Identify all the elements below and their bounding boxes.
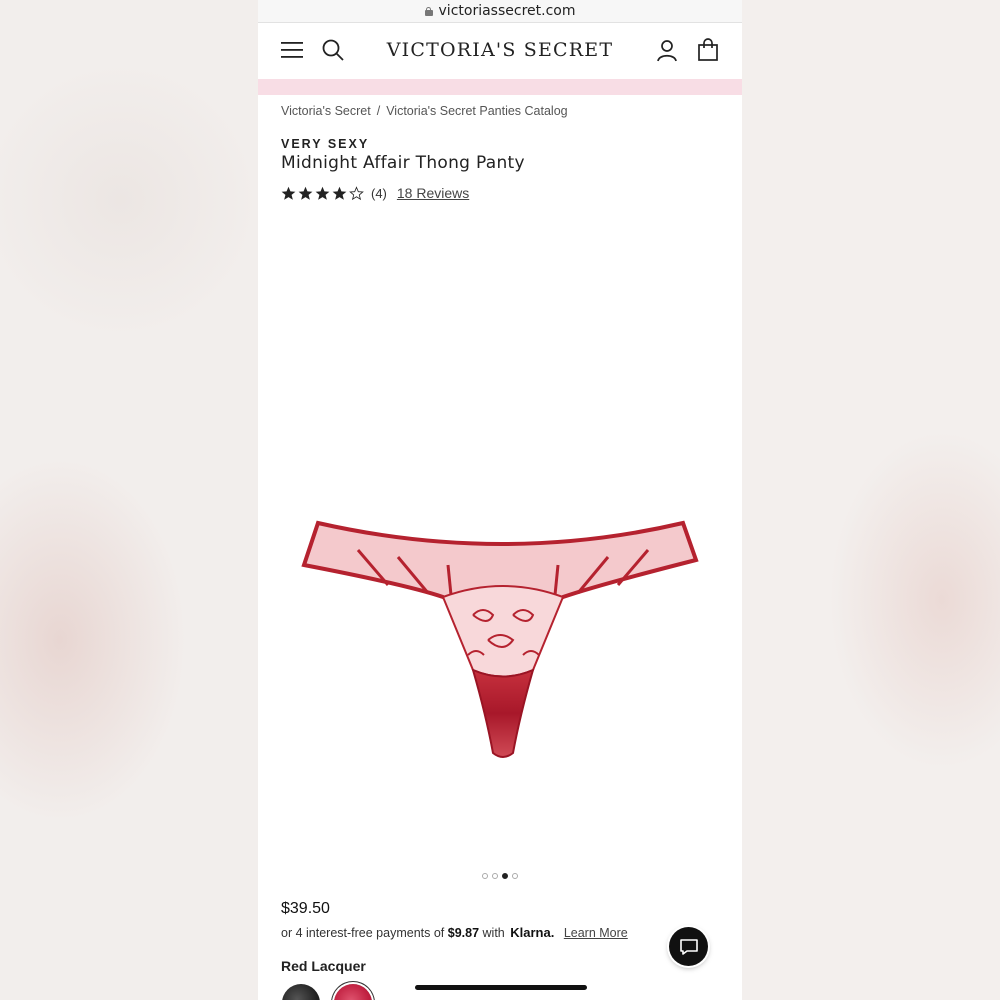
klarna-with: with <box>482 926 505 940</box>
promo-banner <box>258 79 742 95</box>
selected-color-label: Red Lacquer <box>281 958 366 974</box>
klarna-amount: $9.87 <box>447 926 480 940</box>
reviews-link[interactable]: 18 Reviews <box>397 185 469 201</box>
phone-screen: victoriassecret.com VICTORIA'S SECRET Vi… <box>258 0 742 1000</box>
site-header: VICTORIA'S SECRET <box>258 23 742 79</box>
klarna-logo: Klarna. <box>510 925 555 940</box>
lock-icon <box>424 6 433 16</box>
product-image[interactable] <box>298 505 708 775</box>
color-swatch-black[interactable] <box>282 984 320 1000</box>
star-empty-icon <box>349 185 364 200</box>
star-filled-icon <box>298 186 313 200</box>
star-filled-icon <box>315 186 330 200</box>
klarna-learn-more-link[interactable]: Learn More <box>564 926 628 940</box>
chat-icon[interactable] <box>669 927 708 966</box>
account-icon[interactable] <box>654 37 680 63</box>
browser-url-bar[interactable]: victoriassecret.com <box>258 0 742 23</box>
carousel-dot[interactable] <box>512 873 518 879</box>
klarna-prefix: or 4 interest-free payments of <box>281 926 445 940</box>
breadcrumb-separator: / <box>376 104 381 118</box>
star-filled-icon <box>281 186 296 200</box>
rating-row: (4) 18 Reviews <box>281 185 469 201</box>
background-blur-left <box>0 0 258 1000</box>
product-price: $39.50 <box>281 900 330 917</box>
carousel-dot[interactable] <box>482 873 488 879</box>
klarna-installments: or 4 interest-free payments of $9.87 wit… <box>281 925 628 940</box>
star-rating <box>281 185 366 201</box>
star-filled-icon <box>332 186 347 200</box>
url-text: victoriassecret.com <box>438 3 576 19</box>
color-swatch-red-lacquer[interactable] <box>334 984 372 1000</box>
product-collection: VERY SEXY <box>281 137 370 151</box>
breadcrumb-link-home[interactable]: Victoria's Secret <box>281 104 371 118</box>
breadcrumb: Victoria's Secret / Victoria's Secret Pant… <box>281 104 568 118</box>
shopping-bag-icon[interactable] <box>695 37 721 63</box>
home-indicator[interactable] <box>415 985 587 990</box>
rating-count: (4) <box>371 185 387 201</box>
carousel-dot[interactable] <box>492 873 498 879</box>
image-carousel-dots <box>258 873 742 879</box>
breadcrumb-link-catalog[interactable]: Victoria's Secret Panties Catalog <box>386 104 567 118</box>
product-title: Midnight Affair Thong Panty <box>281 153 525 173</box>
carousel-dot-active[interactable] <box>502 873 508 879</box>
background-blur-right <box>742 0 1000 1000</box>
